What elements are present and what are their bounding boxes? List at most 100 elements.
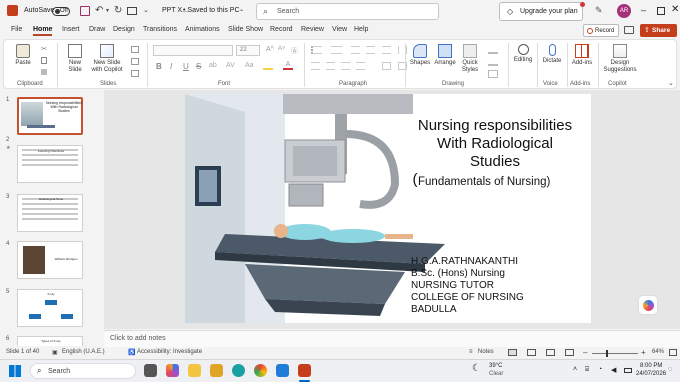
edge-icon[interactable] — [232, 364, 245, 377]
normal-view-icon[interactable] — [508, 349, 517, 356]
tab-help[interactable]: Help — [354, 26, 368, 33]
reset-icon[interactable] — [131, 58, 139, 65]
editing-button[interactable]: Editing — [511, 44, 535, 64]
battery-icon[interactable] — [624, 368, 632, 373]
tab-animations[interactable]: Animations — [185, 26, 220, 33]
task-view-icon[interactable] — [144, 364, 157, 377]
bold-button[interactable]: B — [156, 62, 162, 71]
zoom-out-icon[interactable]: – — [583, 348, 587, 357]
strike-button[interactable]: S — [196, 62, 201, 71]
redo-icon[interactable]: ↻ — [114, 5, 122, 16]
copilot-floating-button[interactable] — [638, 295, 658, 315]
quick-styles-button[interactable]: Quick Styles — [458, 44, 482, 74]
slide-thumbnail-6[interactable]: Types of X-ray — [17, 336, 83, 346]
volume-icon[interactable]: ◀ — [611, 366, 616, 374]
bullets-icon[interactable] — [311, 46, 322, 54]
accessibility-status[interactable]: Accessibility: Investigate — [137, 349, 202, 355]
taskbar-search-box[interactable]: ⌕ Search — [30, 363, 136, 379]
notification-bell-icon[interactable]: ◌ — [668, 366, 672, 373]
section-icon[interactable] — [131, 70, 139, 77]
search-box[interactable]: ⌕ Search — [256, 3, 439, 20]
minimize-icon[interactable]: – — [641, 5, 646, 15]
wifi-icon[interactable]: ◔ — [598, 366, 602, 373]
tray-app-icon[interactable]: ⌸ — [585, 366, 589, 374]
zoom-level[interactable]: 64% — [652, 349, 664, 355]
italic-button[interactable]: I — [170, 62, 172, 71]
save-icon[interactable] — [80, 6, 90, 16]
status-dropdown-icon[interactable]: ⌄ — [239, 6, 244, 13]
chrome-icon[interactable] — [254, 364, 267, 377]
tab-home[interactable]: Home — [33, 26, 53, 36]
slide-title-line-1[interactable]: Nursing responsibilities — [400, 117, 590, 135]
font-family-dropdown[interactable] — [153, 45, 233, 56]
zoom-slider-thumb[interactable] — [606, 350, 608, 357]
present-icon[interactable] — [127, 7, 137, 15]
highlight-icon[interactable] — [263, 61, 273, 70]
font-size-dropdown[interactable]: 22 — [236, 45, 260, 56]
mail-icon[interactable] — [276, 364, 289, 377]
slide-thumbnail-3[interactable]: Radiological Tests — [17, 194, 83, 232]
tab-review[interactable]: Review — [301, 26, 324, 33]
notes-toggle[interactable]: Notes — [478, 349, 494, 355]
dictate-button[interactable]: Dictate — [540, 44, 564, 65]
zoom-in-icon[interactable]: + — [641, 348, 646, 357]
reading-view-icon[interactable] — [546, 349, 555, 356]
author-name[interactable]: H.G.A.RATHNAKANTHI — [411, 256, 518, 269]
slide-subtitle-line[interactable]: Fundamentals of Nursing) — [418, 173, 578, 191]
share-button[interactable]: ⇪ Share — [640, 24, 677, 37]
increase-font-icon[interactable]: A^ — [266, 46, 274, 53]
author-role[interactable]: NURSING TUTOR — [411, 280, 494, 293]
copy-icon[interactable] — [41, 57, 47, 64]
customize-toolbar-icon[interactable]: ⌄ — [143, 6, 149, 14]
design-suggestions-button[interactable]: Design Suggestions — [599, 44, 641, 74]
clear-format-icon[interactable]: Ⓐ — [291, 46, 298, 56]
file-explorer-icon[interactable] — [188, 364, 201, 377]
windows-start-icon[interactable] — [9, 365, 21, 377]
copilot-app-icon[interactable] — [166, 364, 179, 377]
line-spacing-icon[interactable] — [382, 46, 391, 54]
fit-slide-icon[interactable] — [669, 349, 677, 356]
new-slide-copilot-button[interactable]: New Slide with Copilot — [88, 44, 126, 74]
slideshow-view-icon[interactable] — [565, 349, 574, 356]
slide-thumbnail-4[interactable]: Wilhelm Röntgen — [17, 241, 83, 279]
font-color-icon[interactable]: A — [283, 61, 293, 70]
justify-icon[interactable] — [356, 62, 365, 70]
align-left-icon[interactable] — [311, 62, 320, 70]
tab-insert[interactable]: Insert — [62, 26, 80, 33]
underline-button[interactable]: U — [183, 62, 189, 71]
slide-sorter-icon[interactable] — [527, 349, 536, 356]
shape-fill-icon[interactable] — [488, 46, 498, 54]
align-right-icon[interactable] — [341, 62, 350, 70]
layout-icon[interactable] — [131, 46, 139, 53]
tab-record[interactable]: Record — [270, 26, 293, 33]
indent-increase-icon[interactable] — [366, 46, 375, 54]
tab-transitions[interactable]: Transitions — [143, 26, 177, 33]
record-button[interactable]: Record — [583, 24, 619, 37]
avatar[interactable]: AR — [617, 4, 631, 18]
language-status[interactable]: English (U.A.E.) — [62, 349, 105, 355]
change-case-icon[interactable]: Aa — [245, 62, 254, 69]
slide-thumbnail-1[interactable]: Nursing responsibilities With Radiologic… — [17, 97, 83, 135]
addins-button[interactable]: Add-ins — [569, 44, 595, 67]
tab-slide-show[interactable]: Slide Show — [228, 26, 263, 33]
slide-title-line-3[interactable]: Studies — [400, 153, 590, 171]
shape-effects-icon[interactable] — [488, 70, 498, 78]
tab-design[interactable]: Design — [113, 26, 135, 33]
author-degree[interactable]: B.Sc. (Hons) Nursing — [411, 268, 505, 281]
arrange-button[interactable]: Arrange — [433, 44, 457, 67]
indent-decrease-icon[interactable] — [351, 46, 360, 54]
clock-time[interactable]: 8:00 PM — [640, 363, 662, 369]
slide-thumbnail-2[interactable]: Learning Outcomes — [17, 145, 83, 183]
decrease-font-icon[interactable]: A˅ — [278, 46, 286, 52]
powerpoint-taskbar-icon[interactable] — [298, 364, 311, 377]
slide-thumbnail-5[interactable]: X-ray — [17, 289, 83, 327]
slide-title-line-2[interactable]: With Radiological — [400, 135, 590, 153]
new-slide-button[interactable]: New Slide — [62, 44, 88, 74]
notes-pane[interactable]: Click to add notes — [104, 330, 680, 347]
undo-dropdown-icon[interactable]: ▾ — [106, 7, 109, 14]
shapes-button[interactable]: Shapes — [408, 44, 432, 67]
maximize-icon[interactable] — [657, 7, 665, 15]
ribbon-collapse-icon[interactable]: ⌄ — [668, 79, 674, 87]
author-college[interactable]: COLLEGE OF NURSING — [411, 292, 524, 305]
format-painter-icon[interactable] — [41, 69, 47, 75]
